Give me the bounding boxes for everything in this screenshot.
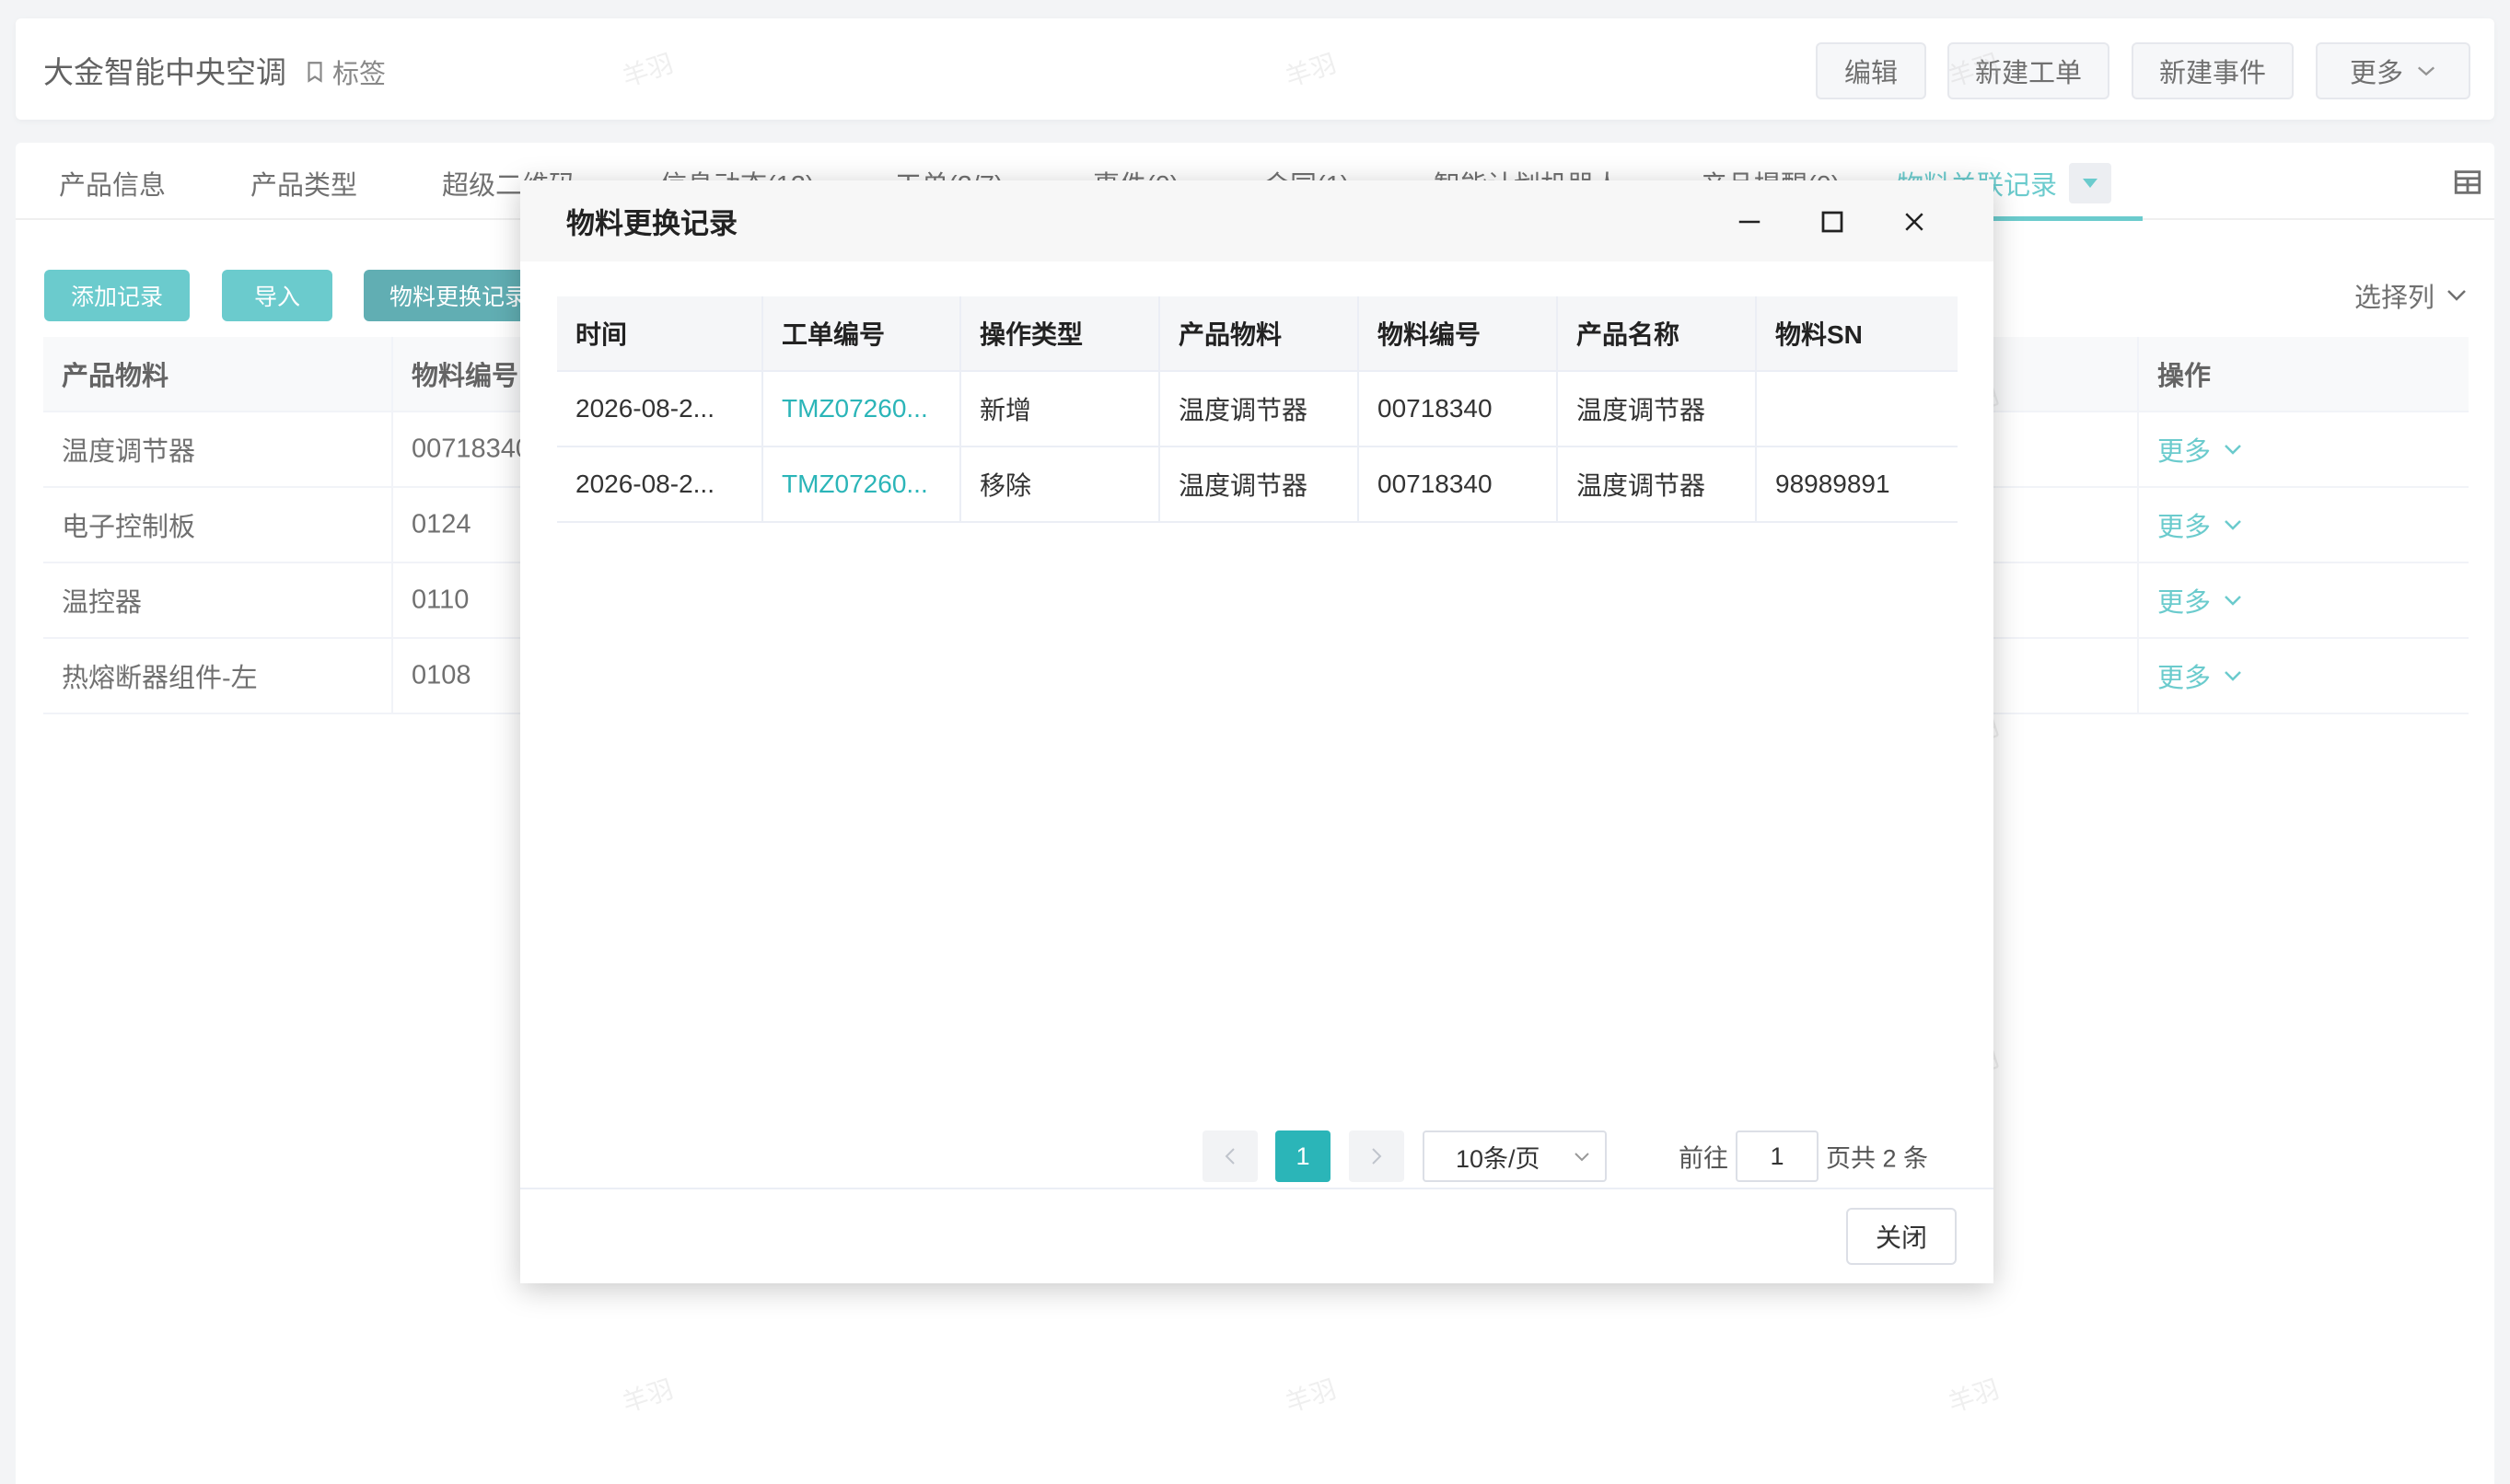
divider [959, 372, 961, 446]
close-button-label: 关闭 [1875, 1223, 1927, 1252]
col-material-code: 物料编号 [1377, 320, 1482, 349]
divider [1357, 447, 1359, 521]
chevron-right-icon [1372, 1148, 1382, 1165]
divider [959, 447, 961, 521]
divider [1556, 447, 1558, 521]
page-size-select[interactable]: 10条/页 [1423, 1130, 1607, 1182]
divider [761, 372, 763, 446]
col-material-sn: 物料SN [1775, 320, 1863, 349]
cell-time: 2026-08-2... [575, 470, 715, 498]
divider [1556, 372, 1558, 446]
table-row: 2026-08-2... TMZ07260... 移除 温度调节器 007183… [557, 447, 1958, 523]
cell-material-code: 00718340 [1377, 394, 1493, 423]
maximize-icon [1821, 211, 1843, 233]
modal-header: 物料更换记录 [520, 180, 1993, 261]
cell-product-material: 温度调节器 [1179, 471, 1308, 500]
minimize-button[interactable] [1730, 203, 1769, 241]
ticket-link[interactable]: TMZ07260... [782, 470, 957, 499]
divider [1357, 372, 1359, 446]
chevron-down-icon [1575, 1153, 1589, 1162]
divider [1755, 372, 1757, 446]
divider [1158, 372, 1160, 446]
cell-time: 2026-08-2... [575, 394, 715, 423]
goto-page-input[interactable]: 1 [1736, 1130, 1819, 1182]
footer-divider [520, 1188, 1993, 1189]
cell-material-code: 00718340 [1377, 470, 1493, 498]
goto-label: 前往 [1679, 1144, 1728, 1173]
modal-title: 物料更换记录 [566, 207, 738, 240]
page-size-value: 10条/页 [1456, 1144, 1540, 1173]
cell-operation-type: 移除 [980, 471, 1032, 500]
page-number-button[interactable]: 1 [1275, 1130, 1331, 1182]
cell-material-sn: 98989891 [1775, 470, 1890, 498]
close-x-button[interactable] [1895, 203, 1934, 241]
close-button[interactable]: 关闭 [1846, 1208, 1957, 1265]
chevron-left-icon [1225, 1148, 1235, 1165]
divider [959, 296, 961, 370]
cell-product-material: 温度调节器 [1179, 396, 1308, 424]
table-row: 2026-08-2... TMZ07260... 新增 温度调节器 007183… [557, 372, 1958, 447]
divider [1158, 447, 1160, 521]
next-page-button[interactable] [1349, 1130, 1404, 1182]
prev-page-button[interactable] [1203, 1130, 1258, 1182]
divider [761, 447, 763, 521]
divider [761, 296, 763, 370]
divider [1556, 296, 1558, 370]
divider [1158, 296, 1160, 370]
col-product-name: 产品名称 [1576, 320, 1680, 349]
table-header-row: 时间 工单编号 操作类型 产品物料 物料编号 产品名称 物料SN [557, 296, 1958, 372]
close-icon [1905, 213, 1923, 231]
cell-operation-type: 新增 [980, 396, 1032, 424]
total-count-text: 页共 2 条 [1826, 1144, 1929, 1173]
col-operation-type: 操作类型 [980, 320, 1084, 349]
ticket-link[interactable]: TMZ07260... [782, 394, 957, 423]
divider [1357, 296, 1359, 370]
minimize-icon [1738, 220, 1760, 224]
col-product-material: 产品物料 [1179, 320, 1283, 349]
material-replace-modal: 物料更换记录 时间 工单编号 操作类型 产品物料 物料编号 产品名称 物料SN [520, 180, 1993, 1283]
divider [1755, 447, 1757, 521]
maximize-button[interactable] [1813, 203, 1852, 241]
divider [1755, 296, 1757, 370]
cell-product-name: 温度调节器 [1576, 396, 1706, 424]
cell-product-name: 温度调节器 [1576, 471, 1706, 500]
col-time: 时间 [575, 320, 628, 349]
col-ticket-no: 工单编号 [782, 320, 886, 349]
